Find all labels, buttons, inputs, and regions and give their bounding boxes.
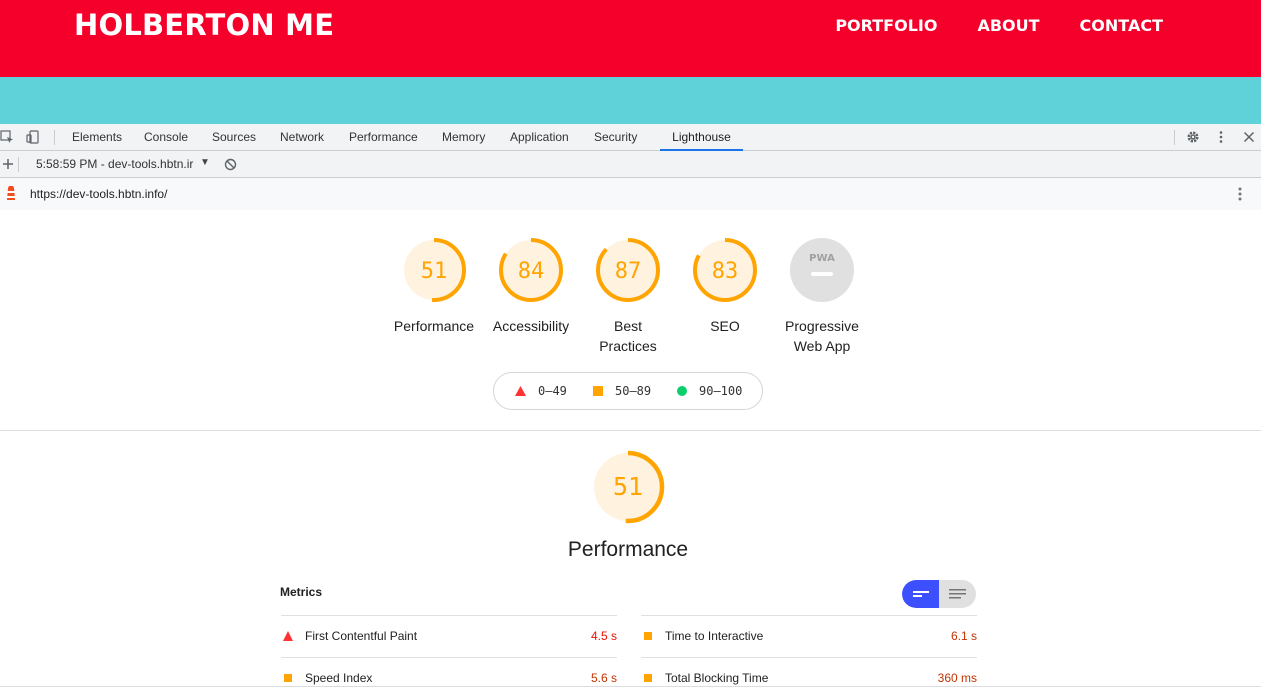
gauge-score: 51 — [421, 259, 448, 284]
report-url-bar: https://dev-tools.hbtn.info/ — [0, 178, 1261, 210]
summary-view-icon — [913, 591, 929, 597]
gauge-pwa[interactable]: PWA Progressive Web App — [772, 236, 872, 356]
pwa-badge-icon: PWA — [790, 238, 854, 302]
legend-range-average: 50–89 — [615, 384, 652, 398]
site-header: HOLBERTON ME PORTFOLIO ABOUT CONTACT — [0, 0, 1261, 77]
toggle-summary-view[interactable] — [902, 580, 939, 608]
gauge-performance[interactable]: 51 Performance — [384, 236, 484, 336]
metric-name: Total Blocking Time — [665, 671, 769, 685]
gauge-label: Best Practices — [578, 316, 678, 356]
metric-name: Speed Index — [305, 671, 373, 685]
score-gauge: 87 — [596, 238, 660, 302]
lighthouse-icon — [7, 186, 15, 200]
metric-row: Time to Interactive 6.1 s — [641, 615, 977, 657]
panel-bottom-edge — [0, 686, 1261, 687]
circle-icon — [677, 386, 687, 396]
gauge-label-line: Web App — [793, 338, 851, 354]
lighthouse-toolbar: 5:58:59 PM - dev-tools.hbtn.ir ▼ — [0, 151, 1261, 178]
gauge-best-practices[interactable]: 87 Best Practices — [578, 236, 678, 356]
detail-view-icon — [949, 589, 966, 599]
metric-value: 6.1 s — [950, 629, 977, 643]
site-logo[interactable]: HOLBERTON ME — [74, 8, 334, 42]
gauge-label: Performance — [393, 318, 475, 334]
metric-name: First Contentful Paint — [305, 629, 418, 643]
tab-sources[interactable]: Sources — [212, 124, 256, 151]
tab-security[interactable]: Security — [594, 124, 637, 151]
legend-range-fail: 0–49 — [538, 384, 567, 398]
gauge-score: 87 — [615, 259, 642, 284]
close-icon[interactable] — [1242, 130, 1256, 144]
square-icon — [593, 386, 603, 396]
report-select[interactable]: 5:58:59 PM - dev-tools.hbtn.ir — [36, 157, 196, 171]
gauge-label-line: Progressive — [785, 318, 859, 334]
chevron-down-icon[interactable]: ▼ — [200, 157, 210, 168]
gauge-score: 83 — [712, 259, 739, 284]
square-icon — [284, 674, 292, 682]
tab-application[interactable]: Application — [510, 124, 569, 151]
triangle-icon — [283, 631, 293, 641]
score-gauge: 84 — [499, 238, 563, 302]
metric-value: 360 ms — [937, 671, 977, 685]
metric-value: 5.6 s — [590, 671, 617, 685]
tab-elements[interactable]: Elements — [72, 124, 122, 151]
site-nav: PORTFOLIO ABOUT CONTACT — [835, 16, 1163, 35]
gauge-label: Accessibility — [492, 318, 570, 334]
legend-range-pass: 90–100 — [699, 384, 743, 398]
metric-row: First Contentful Paint 4.5 s — [281, 615, 617, 657]
square-icon — [644, 674, 652, 682]
metric-name: Time to Interactive — [665, 629, 764, 643]
gauge-accessibility[interactable]: 84 Accessibility — [481, 236, 581, 336]
more-vertical-icon[interactable] — [1234, 186, 1246, 202]
tab-memory[interactable]: Memory — [442, 124, 485, 151]
score-legend: 0–49 50–89 90–100 — [493, 372, 763, 410]
metrics-view-toggle — [902, 580, 976, 608]
hero-band — [0, 77, 1261, 124]
gauge-label-line: Practices — [599, 338, 657, 354]
device-toolbar-icon[interactable] — [26, 130, 40, 144]
performance-title: Performance — [567, 538, 689, 561]
metric-value: 4.5 s — [590, 629, 617, 643]
nav-link-about[interactable]: ABOUT — [977, 16, 1039, 35]
tab-network[interactable]: Network — [280, 124, 324, 151]
clear-icon[interactable] — [224, 158, 237, 171]
tab-performance[interactable]: Performance — [349, 124, 418, 151]
inspect-element-icon[interactable] — [0, 130, 14, 144]
performance-score: 51 — [613, 472, 643, 501]
gauge-label: Progressive Web App — [772, 316, 872, 356]
devtools-tab-bar: Elements Console Sources Network Perform… — [0, 124, 1261, 151]
plus-icon[interactable] — [1, 157, 15, 171]
pwa-badge-text: PWA — [809, 253, 835, 264]
square-icon — [644, 632, 652, 640]
toolbar-separator — [54, 130, 55, 145]
metrics-heading: Metrics — [280, 585, 323, 599]
report-url[interactable]: https://dev-tools.hbtn.info/ — [30, 187, 167, 201]
gauge-seo[interactable]: 83 SEO — [675, 236, 775, 336]
gear-icon[interactable] — [1186, 130, 1200, 144]
toolbar-separator — [1174, 130, 1175, 145]
more-vertical-icon[interactable] — [1214, 130, 1228, 144]
metric-row: Speed Index 5.6 s — [281, 657, 617, 698]
gauge-label-line: Best — [613, 318, 642, 334]
gauge-score: 84 — [518, 259, 545, 284]
score-gauge: 83 — [693, 238, 757, 302]
toolbar-separator — [18, 157, 19, 172]
section-divider — [0, 430, 1261, 431]
toggle-detail-view[interactable] — [939, 580, 976, 608]
tab-console[interactable]: Console — [144, 124, 188, 151]
gauge-label: SEO — [710, 318, 740, 334]
nav-link-contact[interactable]: CONTACT — [1080, 16, 1163, 35]
tab-lighthouse[interactable]: Lighthouse — [660, 124, 743, 151]
nav-link-portfolio[interactable]: PORTFOLIO — [835, 16, 937, 35]
metric-row: Total Blocking Time 360 ms — [641, 657, 977, 698]
triangle-icon — [515, 386, 526, 396]
score-gauge: 51 — [402, 238, 466, 302]
performance-gauge: 51 — [591, 450, 665, 524]
